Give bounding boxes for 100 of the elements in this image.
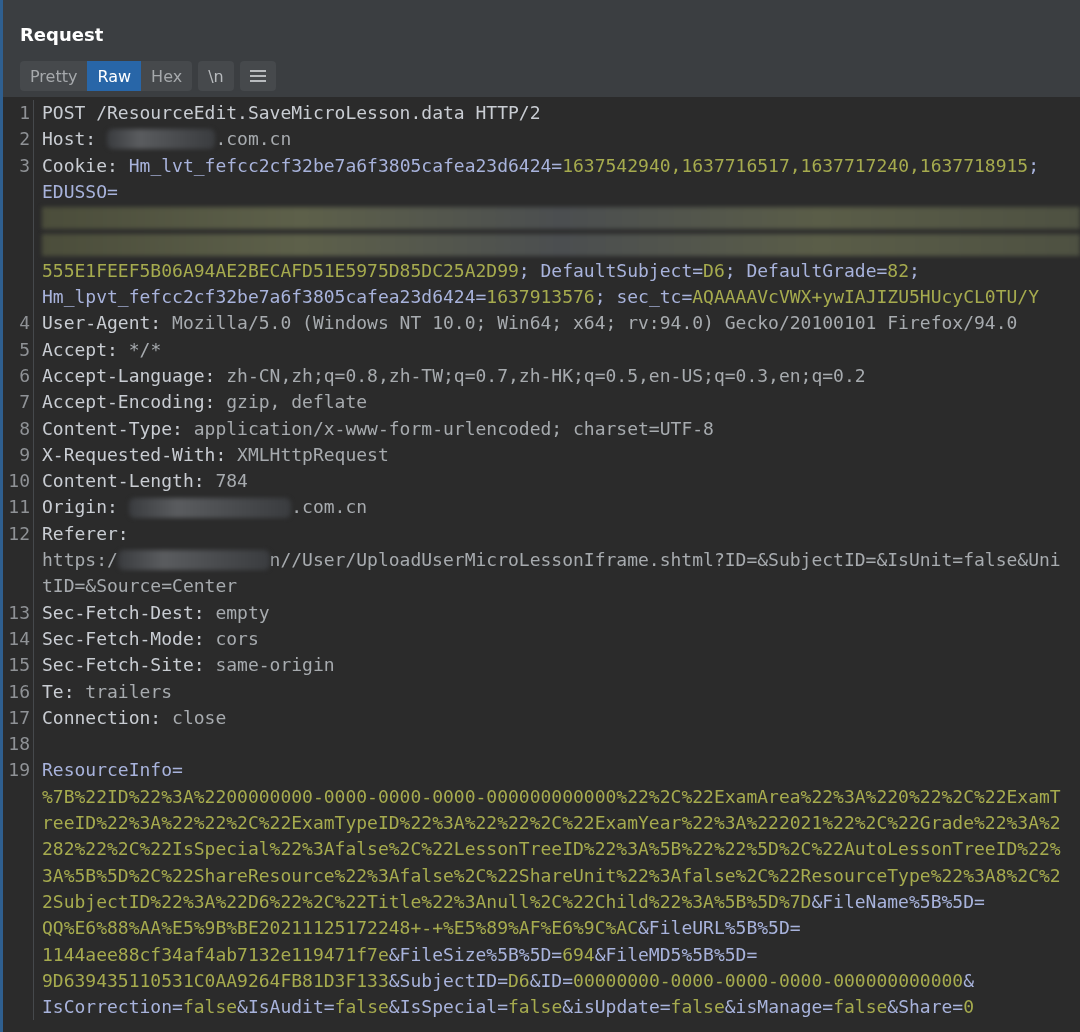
header-value: trailers — [85, 679, 173, 704]
param-value: D6 — [703, 258, 725, 283]
line-number: 1 — [19, 101, 30, 125]
param-value: D6 — [508, 968, 530, 993]
param-value: 2SubjectID%22%3A%22D6%22%2C%22Title%22%3Anull%2C%22Child%22%3A%5B%5D%7D — [42, 889, 812, 914]
line-number: 2 — [19, 127, 30, 152]
view-tab[interactable]: Hex — [141, 61, 193, 91]
panel-title: Request — [20, 23, 104, 47]
header-name: Referer: — [42, 521, 130, 546]
param-value: 82 — [887, 258, 909, 283]
param-name: &IsSpecial= — [388, 995, 509, 1020]
line-number: 17 — [8, 705, 30, 730]
param-value: 282%22%2C%22IsSpecial%22%3Afalse%2C%22LessonTreeID%22%3A%5B%22%22%5D%2C%22AutoLessonTreeID%22% — [42, 837, 1061, 862]
header-value: n//User/UploadUserMicroLessonIframe.shtml?ID=&SubjectID=&IsUnit=false&Uni — [269, 548, 1061, 573]
param-name: ; DefaultSubject= — [518, 258, 704, 283]
param-name: &SubjectID= — [388, 968, 508, 993]
line-number: 11 — [8, 495, 30, 520]
header-value: .com.cn — [215, 127, 292, 152]
param-name: &FileName%5B%5D= — [811, 889, 985, 914]
param-name: &FileURL%5B%5D= — [638, 916, 801, 941]
header-value: empty — [215, 600, 270, 625]
view-tab[interactable]: Pretty — [20, 61, 88, 91]
line-number: 15 — [8, 653, 30, 678]
param-name: ; — [1028, 153, 1040, 178]
line-number: 13 — [8, 600, 30, 625]
param-name: Hm_lvt_fefcc2cf32be7a6f3805cafea23d6424= — [128, 153, 563, 178]
param-value: 3A%5B%5D%2C%22ShareResource%22%3Afalse%2C%22ShareUnit%22%3Afalse%2C%22ResourceType%22%3A8%2C%2 — [42, 863, 1061, 888]
view-tab[interactable]: Raw — [87, 61, 142, 91]
line-number: 5 — [19, 337, 30, 362]
param-value: reeID%22%3A%22%22%2C%22ExamTypeID%22%3A%22%22%2C%22ExamYear%22%3A%222021%22%2C%22Grade%22%3A%2 — [42, 811, 1061, 835]
param-name: &Share= — [887, 995, 964, 1020]
header-name: Accept-Language: — [42, 363, 217, 388]
header-value: gzip, deflate — [226, 390, 368, 415]
line-number: 10 — [8, 469, 30, 494]
param-value: false — [508, 995, 563, 1020]
line-number: 18 — [8, 732, 30, 757]
param-value: 1144aee88cf34af4ab7132e119471f7e — [42, 942, 389, 967]
param-value: 9D639435110531C0AA9264FB81D3F133 — [42, 968, 389, 993]
line-number: 19 — [8, 758, 30, 783]
param-value: AQAAAAVcVWX+ywIAJIZU5HUcyCL0TU/Y — [692, 285, 1040, 310]
line-number: 8 — [19, 416, 30, 441]
param-name: ResourceInfo= — [42, 758, 183, 783]
param-value: false — [334, 995, 389, 1020]
param-value: %7B%22ID%22%3A%2200000000-0000-0000-0000-000000000000%22%2C%22ExamArea%22%3A%220%22%2C%22ExamT — [42, 784, 1061, 809]
param-name: &IsAudit= — [237, 995, 335, 1020]
header-name: Accept: — [42, 337, 119, 362]
header-name: Host: — [42, 127, 98, 152]
param-name: EDUSSO= — [42, 179, 118, 204]
param-value: 694 — [562, 942, 595, 967]
param-value: false — [670, 995, 725, 1020]
header-name: Te: — [42, 679, 76, 704]
param-name: ; sec_tc= — [594, 285, 693, 310]
param-value: 00000000-0000-0000-0000-000000000000 — [573, 968, 964, 993]
param-name: &FileMD5%5B%5D= — [594, 942, 758, 967]
param-name: Hm_lpvt_fefcc2cf32be7a6f3805cafea23d6424= — [42, 285, 487, 310]
header-name: Sec-Fetch-Site: — [42, 653, 206, 678]
header-value: application/x-www-form-urlencoded; charset=UTF-8 — [193, 416, 714, 441]
param-name: &ID= — [529, 968, 574, 993]
header-value: XMLHttpRequest — [237, 442, 389, 467]
header-name: Content-Length: — [42, 469, 206, 494]
line-number: 12 — [8, 521, 30, 546]
param-value: false — [833, 995, 888, 1020]
header-value: zh-CN,zh;q=0.8,zh-TW;q=0.7,zh-HK;q=0.5,en-US;q=0.3,en;q=0.2 — [226, 363, 866, 388]
header-value: cors — [215, 626, 259, 651]
header-name: Connection: — [42, 705, 163, 730]
line-number: 9 — [19, 442, 30, 467]
param-name: ; — [909, 258, 920, 283]
header-name: Accept-Encoding: — [42, 390, 217, 415]
header-name: User-Agent: — [42, 311, 163, 336]
header-value: close — [172, 705, 227, 730]
header-value: tID=&Source=Center — [42, 574, 238, 599]
header-value: */* — [128, 337, 162, 362]
line-number: 16 — [8, 679, 30, 704]
param-name: &isManage= — [724, 995, 834, 1020]
menu-icon — [249, 69, 266, 83]
header-name: POST /ResourceEdit.SaveMicroLesson.data HTTP/2 — [42, 101, 541, 125]
header-value: .com.cn — [291, 495, 368, 520]
line-number: 4 — [19, 311, 30, 336]
header-value: Mozilla/5.0 (Windows NT 10.0; Win64; x64; rv:94.0) Gecko/20100101 Firefox/94.0 — [172, 311, 1018, 336]
param-name: ; DefaultGrade= — [724, 258, 888, 283]
param-value: 1637913576 — [486, 285, 595, 310]
param-name: & — [963, 968, 975, 993]
menu-button[interactable] — [239, 61, 276, 91]
header-name: Sec-Fetch-Mode: — [42, 626, 206, 651]
header-value: same-origin — [215, 653, 335, 678]
header-name: Origin: — [42, 495, 119, 520]
line-number: 14 — [8, 626, 30, 651]
header-name: Content-Type: — [42, 416, 184, 441]
param-name: &isUpdate= — [562, 995, 671, 1020]
param-value: 555E1FEEF5B06A94AE2BECAFD51E5975D85DC25A2D99 — [42, 258, 519, 283]
header-name: X-Requested-With: — [42, 442, 228, 467]
param-value: false — [182, 995, 238, 1020]
newline-toggle-button[interactable]: \n — [198, 61, 234, 91]
header-name: Cookie: — [42, 153, 119, 178]
param-value: 0 — [963, 995, 975, 1020]
line-number: 7 — [19, 390, 30, 415]
line-number: 3 — [19, 153, 30, 178]
param-value: QQ%E6%88%AA%E5%9B%BE20211125172248+-+%E5%89%AF%E6%9C%AC — [42, 916, 639, 941]
param-value: 1637542940,1637716517,1637717240,1637718915 — [562, 153, 1029, 178]
header-value: 784 — [215, 469, 248, 494]
